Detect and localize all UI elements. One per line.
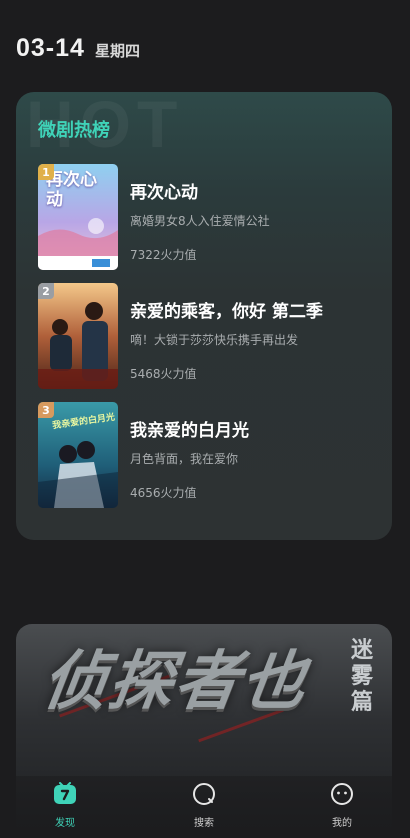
poster-image[interactable]: 我亲爱的白月光 3 (38, 402, 118, 508)
drama-title: 我亲爱的白月光 (130, 421, 249, 441)
weekday-label: 星期四 (94, 42, 140, 60)
rank-badge: 1 (38, 164, 54, 180)
date-header: 03-14 星期四 (16, 34, 140, 63)
tab-search[interactable]: 搜索 (174, 782, 234, 829)
hot-list-item-2[interactable]: 2 亲爱的乘客，你好 第二季 嘀！大锁于莎莎快乐携手再出发 5468火力值 (38, 283, 378, 389)
drama-subtitle: 离婚男女8人入住爱情公社 (130, 214, 270, 228)
poster-image[interactable]: 再次心动 1 (38, 164, 118, 270)
poster-image[interactable]: 2 (38, 283, 118, 389)
search-icon (193, 783, 215, 805)
drama-title: 亲爱的乘客，你好 第二季 (130, 302, 323, 322)
banner-subtitle: 迷雾篇 (350, 638, 373, 715)
tab-label: 发现 (55, 818, 75, 829)
tab-discover[interactable]: 发现 (35, 782, 95, 829)
hot-list-title[interactable]: 微剧热榜 (38, 116, 110, 142)
banner-title: 侦探者也 (37, 645, 313, 719)
rank-badge: 2 (38, 283, 54, 299)
drama-subtitle: 月色背面，我在爱你 (130, 452, 239, 466)
drama-title: 再次心动 (130, 183, 198, 203)
heat-value: 7322火力值 (130, 248, 197, 262)
discover-tv-icon (54, 782, 76, 804)
tab-label: 搜索 (194, 818, 214, 829)
heat-value: 5468火力值 (130, 367, 197, 381)
rank-badge: 3 (38, 402, 54, 418)
tab-label: 我的 (332, 818, 352, 829)
tab-profile[interactable]: 我的 (312, 782, 372, 829)
bottom-tab-bar: 发现 搜索 我的 (0, 776, 410, 838)
poster-title-art: 再次心动 (46, 170, 97, 210)
hot-list-card: HOT 微剧热榜 再次心动 1 再次心动 离婚男女8人入住爱情公社 7322火力… (16, 92, 392, 540)
date-label: 03-14 (16, 34, 85, 62)
profile-face-icon (331, 783, 353, 805)
hot-list-item-3[interactable]: 我亲爱的白月光 3 我亲爱的白月光 月色背面，我在爱你 4656火力值 (38, 402, 378, 508)
heat-value: 4656火力值 (130, 486, 197, 500)
hot-list-item-1[interactable]: 再次心动 1 再次心动 离婚男女8人入住爱情公社 7322火力值 (38, 164, 378, 270)
drama-subtitle: 嘀！大锁于莎莎快乐携手再出发 (130, 333, 299, 347)
